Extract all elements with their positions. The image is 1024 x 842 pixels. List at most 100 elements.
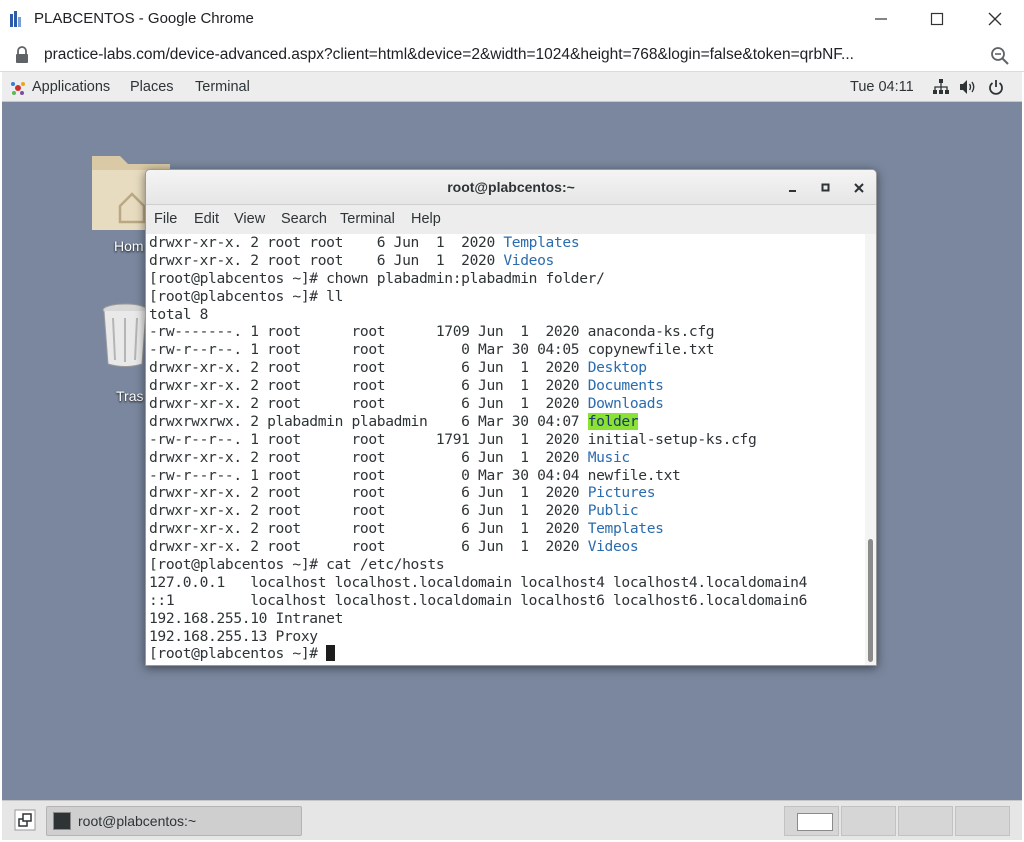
terminal-line-text: 127.0.0.1 localhost localhost.localdomai… <box>149 573 808 591</box>
show-desktop-icon[interactable] <box>14 809 36 831</box>
scrollbar-thumb[interactable] <box>868 539 873 662</box>
terminal-line-text: drwxr-xr-x. 2 root root 6 Jun 1 2020 <box>149 377 588 395</box>
workspace-preview <box>797 813 833 831</box>
directory-name: Downloads <box>587 395 664 413</box>
terminal-line-text: -rw-r--r--. 1 root root 1791 Jun 1 2020 … <box>149 430 757 448</box>
terminal-line-text: drwxr-xr-x. 2 root root 6 Jun 1 2020 <box>149 538 588 556</box>
menu-edit[interactable]: Edit <box>194 211 219 227</box>
terminal-line: [root@plabcentos ~]# cat /etc/hosts <box>149 556 864 574</box>
terminal-line: total 8 <box>149 306 864 324</box>
terminal-line: -rw-r--r--. 1 root root 1791 Jun 1 2020 … <box>149 431 864 449</box>
terminal-line-text: 192.168.255.13 Proxy <box>149 627 318 645</box>
power-icon[interactable] <box>988 79 1004 95</box>
terminal-line: drwxr-xr-x. 2 root root 6 Jun 1 2020 Tem… <box>149 234 864 252</box>
terminal-window: root@plabcentos:~ File Edit View Search … <box>145 169 877 666</box>
directory-name: Documents <box>587 377 664 395</box>
terminal-line: drwxr-xr-x. 2 root root 6 Jun 1 2020 Tem… <box>149 520 864 538</box>
terminal-scrollbar[interactable] <box>865 234 876 665</box>
close-icon <box>854 183 864 193</box>
menu-terminal[interactable]: Terminal <box>340 211 395 227</box>
terminal-title-bar[interactable]: root@plabcentos:~ <box>146 170 876 205</box>
zoom-icon[interactable] <box>990 46 1010 66</box>
terminal-line: -rw-r--r--. 1 root root 0 Mar 30 04:05 c… <box>149 341 864 359</box>
terminal-line: [root@plabcentos ~]# chown plabadmin:pla… <box>149 270 864 288</box>
terminal-line: 192.168.255.10 Intranet <box>149 610 864 628</box>
terminal-line: -rw-------. 1 root root 1709 Jun 1 2020 … <box>149 323 864 341</box>
terminal-cursor <box>326 645 336 662</box>
browser-title: PLABCENTOS - Google Chrome <box>34 10 254 27</box>
app-logo-icon <box>10 11 21 27</box>
terminal-line-text: drwxr-xr-x. 2 root root 6 Jun 1 2020 <box>149 520 588 538</box>
terminal-line-text: drwxr-xr-x. 2 root root 6 Jun 1 2020 <box>149 395 588 413</box>
clock[interactable]: Tue 04:11 <box>850 79 914 95</box>
directory-name: Public <box>587 502 639 520</box>
minimize-button[interactable] <box>858 6 904 32</box>
terminal-line-text: drwxr-xr-x. 2 root root 6 Jun 1 2020 <box>149 484 588 502</box>
terminal-line-text: [root@plabcentos ~]# ll <box>149 287 344 305</box>
directory-name: Templates <box>587 520 664 538</box>
directory-name: Music <box>587 448 631 466</box>
menu-view[interactable]: View <box>234 211 265 227</box>
terminal-title: root@plabcentos:~ <box>447 179 575 195</box>
terminal-line: 192.168.255.13 Proxy <box>149 628 864 646</box>
terminal-line-text: [root@plabcentos ~]# cat /etc/hosts <box>149 556 445 574</box>
terminal-line: [root@plabcentos ~]# <box>149 645 864 663</box>
menu-file[interactable]: File <box>154 211 177 227</box>
terminal-line-text: drwxr-xr-x. 2 root root 6 Jun 1 2020 <box>149 502 588 520</box>
directory-name: Pictures <box>587 484 656 502</box>
terminal-line-text: [root@plabcentos ~]# <box>149 645 327 663</box>
network-icon[interactable] <box>932 79 950 95</box>
terminal-maximize-button[interactable] <box>816 178 836 198</box>
lock-icon <box>16 46 28 63</box>
terminal-menu[interactable]: Terminal <box>195 79 250 95</box>
terminal-line: drwxr-xr-x. 2 root root 6 Jun 1 2020 Mus… <box>149 449 864 467</box>
maximize-icon <box>821 183 830 192</box>
terminal-line-text: drwxr-xr-x. 2 root root 6 Jun 1 2020 <box>149 448 588 466</box>
terminal-line-text: -rw-------. 1 root root 1709 Jun 1 2020 … <box>149 323 715 341</box>
trash-icon[interactable] <box>100 302 150 368</box>
home-icon-label[interactable]: Hom <box>114 238 144 254</box>
menu-search[interactable]: Search <box>281 211 327 227</box>
terminal-line: ::1 localhost localhost.localdomain loca… <box>149 592 864 610</box>
menu-help[interactable]: Help <box>411 211 441 227</box>
highlighted-directory-name: folder <box>587 412 639 430</box>
terminal-app-icon <box>53 812 71 830</box>
terminal-line-text: total 8 <box>149 305 209 323</box>
terminal-line: 127.0.0.1 localhost localhost.localdomai… <box>149 574 864 592</box>
workspace-3[interactable] <box>898 806 953 836</box>
terminal-line: drwxr-xr-x. 2 root root 6 Jun 1 2020 Doc… <box>149 377 864 395</box>
directory-name: Desktop <box>587 359 647 377</box>
terminal-line: drwxr-xr-x. 2 root root 6 Jun 1 2020 Vid… <box>149 538 864 556</box>
workspace-2[interactable] <box>841 806 896 836</box>
terminal-line-text: -rw-r--r--. 1 root root 0 Mar 30 04:04 n… <box>149 466 681 484</box>
terminal-line-text: -rw-r--r--. 1 root root 0 Mar 30 04:05 c… <box>149 341 715 359</box>
bottom-taskbar: root@plabcentos:~ <box>2 800 1022 840</box>
volume-icon[interactable] <box>959 79 977 95</box>
maximize-button[interactable] <box>914 6 960 32</box>
terminal-line-text: 192.168.255.10 Intranet <box>149 609 344 627</box>
close-button[interactable] <box>972 6 1018 32</box>
places-menu[interactable]: Places <box>130 79 174 95</box>
terminal-line: drwxr-xr-x. 2 root root 6 Jun 1 2020 Pub… <box>149 502 864 520</box>
terminal-line: drwxr-xr-x. 2 root root 6 Jun 1 2020 Vid… <box>149 252 864 270</box>
applications-menu[interactable]: Applications <box>32 79 110 95</box>
workspace-4[interactable] <box>955 806 1010 836</box>
url-text[interactable]: practice-labs.com/device-advanced.aspx?c… <box>44 46 984 64</box>
terminal-line: drwxr-xr-x. 2 root root 6 Jun 1 2020 Pic… <box>149 484 864 502</box>
remote-desktop: Applications Places Terminal Tue 04:11 H… <box>2 72 1022 840</box>
terminal-close-button[interactable] <box>849 178 869 198</box>
trash-icon-label[interactable]: Tras <box>116 388 143 404</box>
terminal-line: drwxr-xr-x. 2 root root 6 Jun 1 2020 Dow… <box>149 395 864 413</box>
taskbar-terminal-item[interactable]: root@plabcentos:~ <box>46 806 302 836</box>
workspace-1[interactable] <box>784 806 839 836</box>
terminal-output[interactable]: drwxr-xr-x. 2 root root 6 Jun 1 2020 Tem… <box>146 234 864 665</box>
terminal-line: [root@plabcentos ~]# ll <box>149 288 864 306</box>
terminal-minimize-button[interactable] <box>783 178 803 198</box>
applications-menu-icon <box>11 82 25 95</box>
terminal-line-text: drwxr-xr-x. 2 root root 6 Jun 1 2020 <box>149 251 504 269</box>
address-bar[interactable]: practice-labs.com/device-advanced.aspx?c… <box>0 38 1024 72</box>
terminal-line: drwxrwxrwx. 2 plabadmin plabadmin 6 Mar … <box>149 412 864 431</box>
minimize-icon <box>875 18 887 20</box>
terminal-line-text: drwxr-xr-x. 2 root root 6 Jun 1 2020 <box>149 359 588 377</box>
taskbar-item-label: root@plabcentos:~ <box>78 813 197 829</box>
